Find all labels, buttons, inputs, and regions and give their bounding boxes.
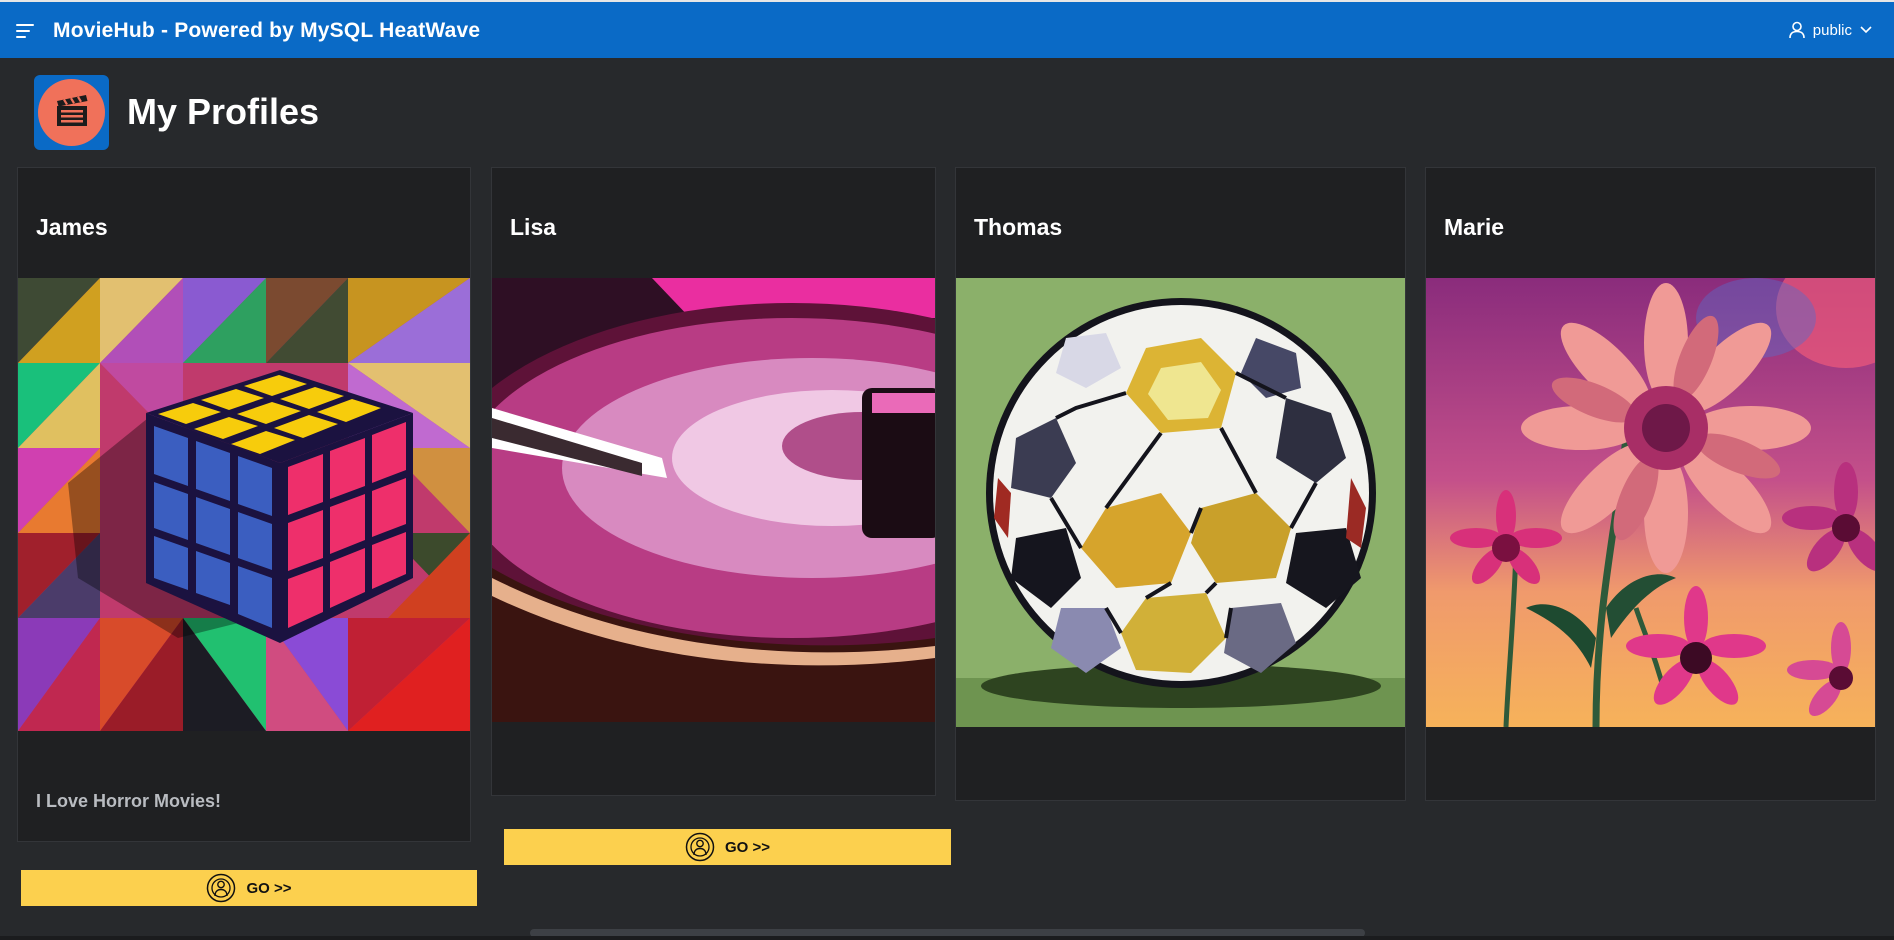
profile-avatar-icon <box>685 832 715 862</box>
app-title[interactable]: MovieHub - Powered by MySQL HeatWave <box>53 19 480 43</box>
user-name: public <box>1812 21 1852 39</box>
profile-card-lisa[interactable]: Lisa <box>491 167 936 796</box>
page-header: My Profiles <box>34 74 319 150</box>
chevron-down-icon <box>1860 26 1872 34</box>
go-button-james[interactable]: GO >> <box>21 870 477 906</box>
profile-image-flowers[interactable] <box>1426 278 1875 727</box>
movie-clapperboard-icon <box>34 74 109 150</box>
profile-image-turntable[interactable] <box>492 278 935 722</box>
profile-name: James <box>36 214 108 240</box>
profile-image-soccer-ball[interactable] <box>956 278 1405 727</box>
profile-card-thomas[interactable]: Thomas <box>955 167 1406 801</box>
user-icon <box>1788 21 1805 39</box>
profile-name: Marie <box>1444 214 1505 240</box>
profile-card-marie[interactable]: Marie <box>1425 167 1876 801</box>
go-button-lisa[interactable]: GO >> <box>504 829 951 865</box>
page-title: My Profiles <box>127 91 320 132</box>
bottom-edge <box>0 936 1894 940</box>
profile-image-rubiks-cube[interactable] <box>18 278 470 731</box>
go-button-label: GO >> <box>724 838 771 856</box>
profile-card-james[interactable]: James I Love Horror Movies! <box>17 167 471 842</box>
hamburger-menu-icon[interactable] <box>16 22 38 40</box>
profile-avatar-icon <box>207 873 236 903</box>
profile-description: I Love Horror Movies! <box>36 791 222 811</box>
profile-name: Lisa <box>510 214 557 240</box>
top-navigation-bar: MovieHub - Powered by MySQL HeatWave pub… <box>0 0 1894 58</box>
user-menu[interactable]: public <box>1788 21 1872 39</box>
profile-name: Thomas <box>974 214 1063 240</box>
go-button-label: GO >> <box>246 879 292 897</box>
